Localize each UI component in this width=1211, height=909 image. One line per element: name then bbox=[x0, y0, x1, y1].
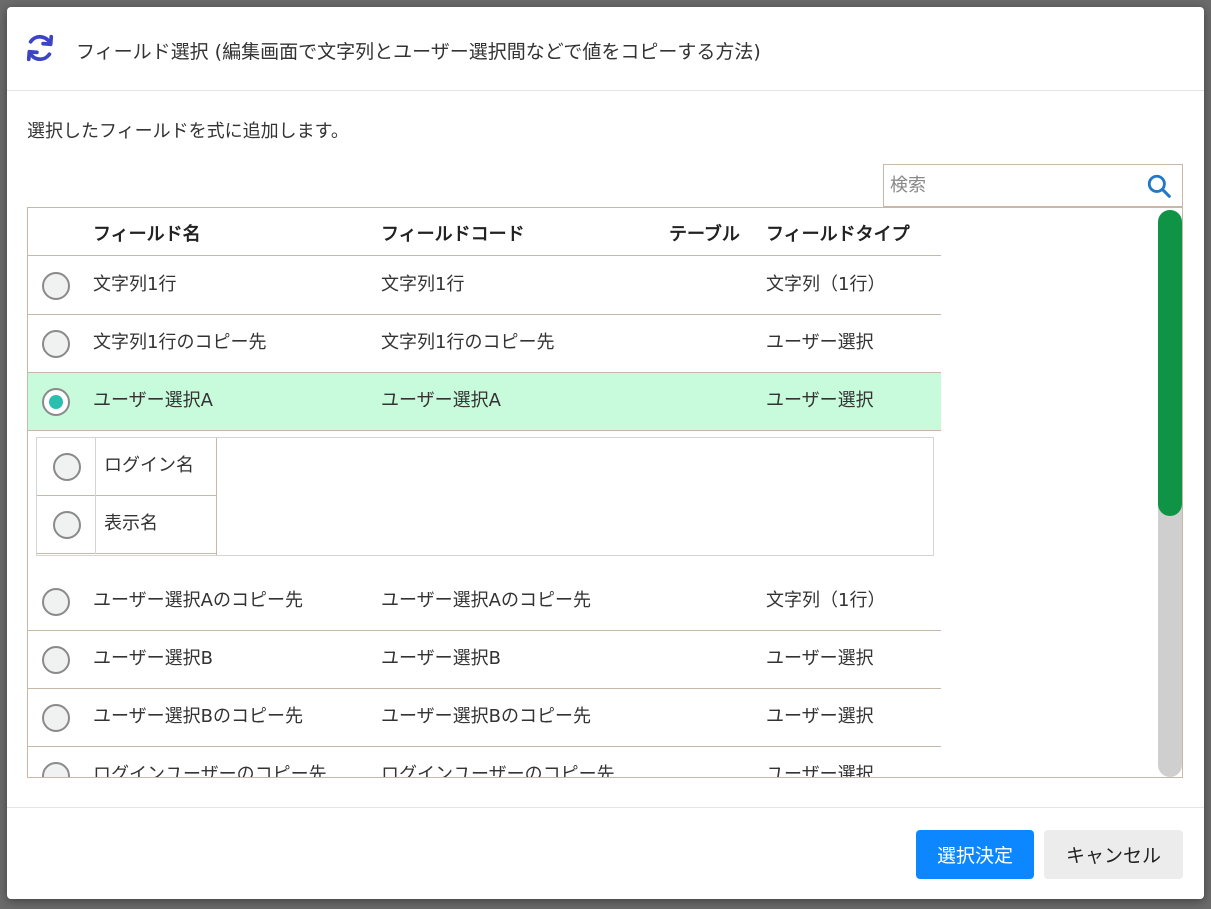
table-row[interactable]: 文字列1行 文字列1行 文字列（1行） bbox=[28, 257, 941, 315]
table-header: フィールド名 フィールドコード テーブル フィールドタイプ bbox=[28, 208, 941, 256]
field-name-cell: ユーザー選択B bbox=[93, 648, 213, 669]
field-name-cell: ログインユーザーのコピー先 bbox=[93, 764, 327, 778]
sub-radio-cell bbox=[37, 438, 96, 496]
field-type-cell: ユーザー選択 bbox=[766, 332, 874, 353]
sub-option-label: 表示名 bbox=[104, 513, 158, 534]
field-type-cell: ユーザー選択 bbox=[766, 390, 874, 411]
column-header-field-type: フィールドタイプ bbox=[766, 224, 910, 245]
field-code-cell: ユーザー選択Aのコピー先 bbox=[381, 590, 591, 611]
field-code-cell: ログインユーザーのコピー先 bbox=[381, 764, 615, 778]
scrollbar-track[interactable] bbox=[1158, 210, 1182, 777]
column-header-field-code: フィールドコード bbox=[381, 224, 525, 245]
column-header-table: テーブル bbox=[669, 224, 740, 245]
field-list-panel: フィールド名 フィールドコード テーブル フィールドタイプ 文字列1行 文字列1… bbox=[27, 207, 1183, 778]
search-icon[interactable] bbox=[1146, 173, 1172, 199]
field-code-cell: ユーザー選択B bbox=[381, 648, 501, 669]
cancel-button[interactable]: キャンセル bbox=[1044, 830, 1183, 879]
field-type-cell: ユーザー選択 bbox=[766, 706, 874, 727]
field-name-cell: 文字列1行のコピー先 bbox=[93, 332, 267, 353]
row-radio[interactable] bbox=[42, 588, 70, 616]
field-name-cell: ユーザー選択Bのコピー先 bbox=[93, 706, 303, 727]
search-input[interactable] bbox=[884, 165, 1142, 206]
user-sub-option-panel: ログイン名 表示名 bbox=[36, 437, 934, 556]
row-radio[interactable] bbox=[42, 762, 70, 777]
row-radio[interactable] bbox=[42, 646, 70, 674]
row-radio[interactable] bbox=[42, 704, 70, 732]
field-code-cell: 文字列1行 bbox=[381, 274, 465, 295]
sub-option-row[interactable]: 表示名 bbox=[37, 496, 217, 554]
sub-radio-cell bbox=[37, 496, 96, 554]
field-name-cell: ユーザー選択Aのコピー先 bbox=[93, 590, 303, 611]
row-radio[interactable] bbox=[42, 330, 70, 358]
sub-option-table: ログイン名 表示名 bbox=[37, 438, 217, 555]
field-name-cell: 文字列1行 bbox=[93, 274, 177, 295]
dialog-footer: 選択決定 キャンセル bbox=[7, 807, 1204, 899]
sub-option-radio[interactable] bbox=[53, 511, 81, 539]
field-type-cell: ユーザー選択 bbox=[766, 648, 874, 669]
dialog-description: 選択したフィールドを式に追加します。 bbox=[27, 121, 349, 142]
row-radio-checked[interactable] bbox=[42, 388, 70, 416]
field-code-cell: ユーザー選択A bbox=[381, 390, 501, 411]
field-type-cell: 文字列（1行） bbox=[766, 590, 886, 611]
refresh-icon bbox=[26, 34, 54, 62]
field-select-dialog: フィールド選択 (編集画面で文字列とユーザー選択間などで値をコピーする方法) 選… bbox=[7, 7, 1204, 899]
row-radio[interactable] bbox=[42, 272, 70, 300]
sub-option-label: ログイン名 bbox=[104, 455, 194, 476]
table-row[interactable]: ログインユーザーのコピー先 ログインユーザーのコピー先 ユーザー選択 bbox=[28, 747, 941, 778]
sub-option-radio[interactable] bbox=[53, 453, 81, 481]
field-name-cell: ユーザー選択A bbox=[93, 390, 213, 411]
table-row[interactable]: ユーザー選択Aのコピー先 ユーザー選択Aのコピー先 文字列（1行） bbox=[28, 573, 941, 631]
confirm-selection-button[interactable]: 選択決定 bbox=[916, 830, 1034, 879]
field-type-cell: 文字列（1行） bbox=[766, 274, 886, 295]
search-box bbox=[883, 164, 1183, 207]
table-row[interactable]: 文字列1行のコピー先 文字列1行のコピー先 ユーザー選択 bbox=[28, 315, 941, 373]
dialog-header: フィールド選択 (編集画面で文字列とユーザー選択間などで値をコピーする方法) bbox=[7, 7, 1204, 91]
table-row[interactable]: ユーザー選択B ユーザー選択B ユーザー選択 bbox=[28, 631, 941, 689]
table-row-selected[interactable]: ユーザー選択A ユーザー選択A ユーザー選択 bbox=[28, 373, 941, 431]
field-type-cell: ユーザー選択 bbox=[766, 764, 874, 778]
field-table: フィールド名 フィールドコード テーブル フィールドタイプ 文字列1行 文字列1… bbox=[28, 208, 941, 778]
column-header-field-name: フィールド名 bbox=[93, 224, 201, 245]
table-row[interactable]: ユーザー選択Bのコピー先 ユーザー選択Bのコピー先 ユーザー選択 bbox=[28, 689, 941, 747]
field-code-cell: ユーザー選択Bのコピー先 bbox=[381, 706, 591, 727]
field-code-cell: 文字列1行のコピー先 bbox=[381, 332, 555, 353]
sub-option-row[interactable]: ログイン名 bbox=[37, 438, 217, 496]
dialog-title: フィールド選択 (編集画面で文字列とユーザー選択間などで値をコピーする方法) bbox=[76, 41, 761, 63]
scrollbar-thumb[interactable] bbox=[1158, 210, 1182, 516]
